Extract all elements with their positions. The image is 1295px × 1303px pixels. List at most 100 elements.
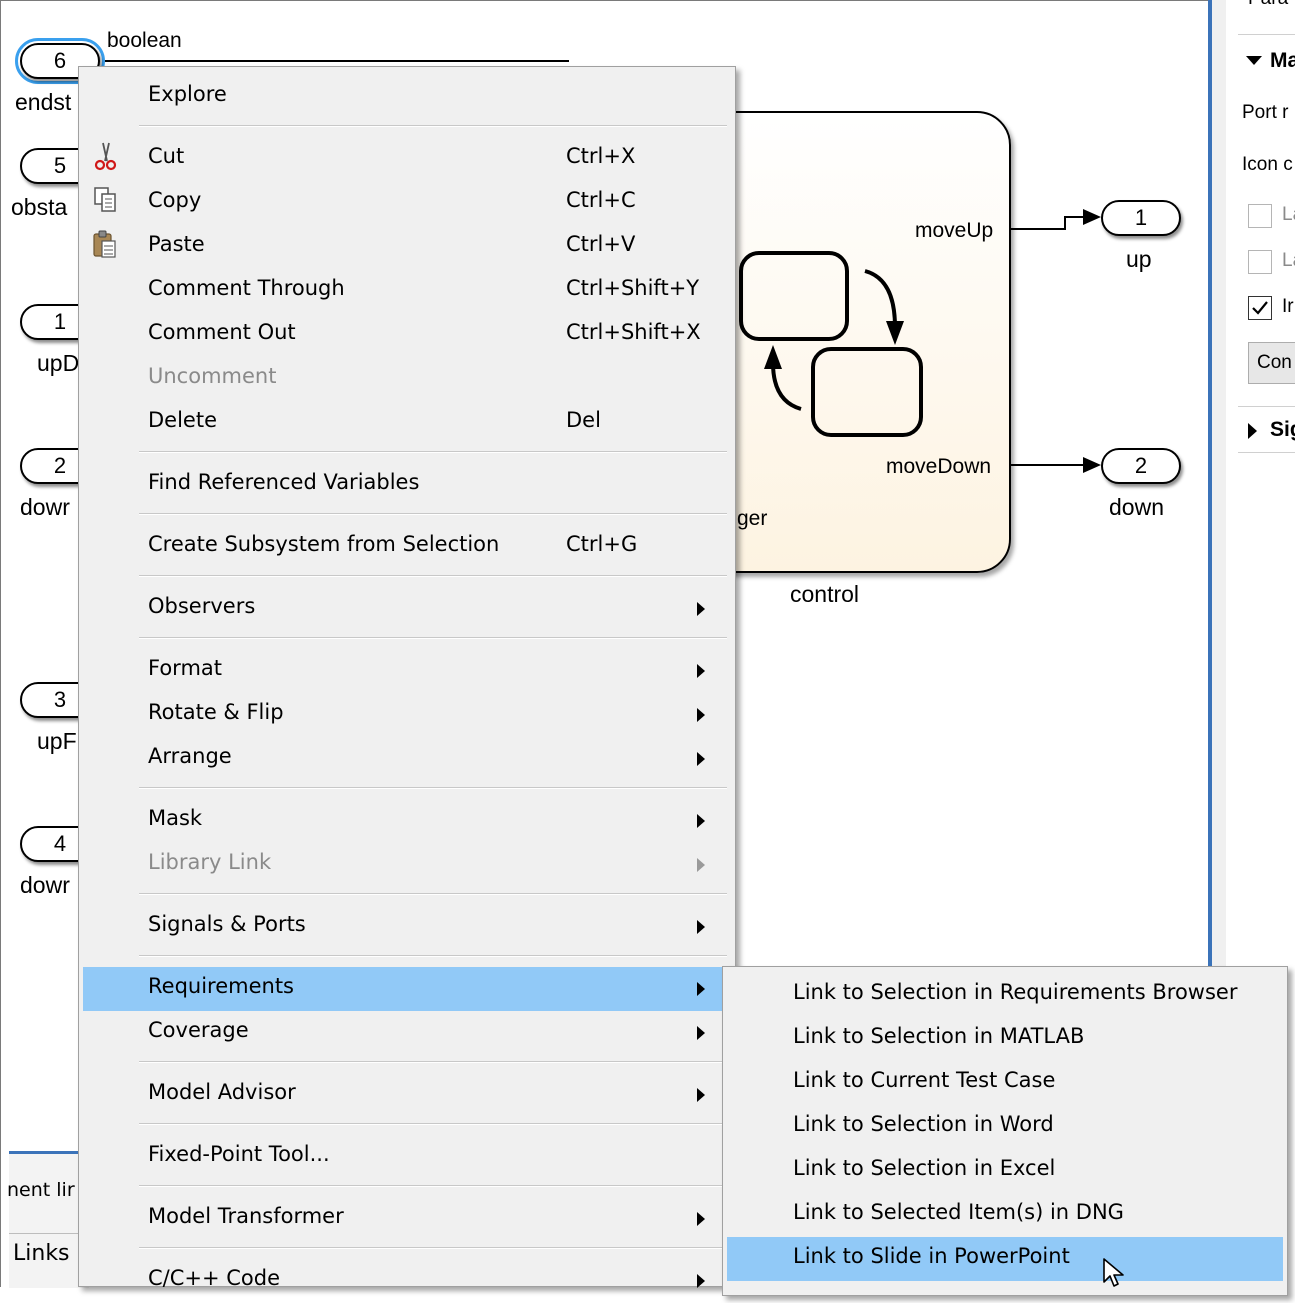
menu-item-observers[interactable]: Observers	[79, 587, 735, 631]
submenu-arrow-icon	[697, 1274, 705, 1288]
menu-item-cpp-code[interactable]: C/C++ Code	[79, 1259, 735, 1303]
menu-item-label: Mask	[148, 806, 203, 830]
menu-item-label: Signals & Ports	[148, 912, 306, 936]
menu-item-label: Explore	[148, 82, 227, 106]
inport-6-label: endst	[15, 89, 72, 115]
checkbox-2[interactable]	[1248, 250, 1272, 274]
menu-separator	[139, 575, 727, 577]
menu-item-delete[interactable]: Delete Del	[79, 401, 735, 445]
menu-item-paste[interactable]: Paste Ctrl+V	[79, 225, 735, 269]
menu-item-coverage[interactable]: Coverage	[79, 1011, 735, 1055]
output-signal-lines	[1011, 209, 1101, 473]
menu-item-label: Comment Through	[148, 276, 345, 300]
submenu-arrow-icon	[697, 752, 705, 766]
submenu-item-label: Link to Selection in MATLAB	[793, 1024, 1085, 1048]
submenu-item-link-excel[interactable]: Link to Selection in Excel	[727, 1149, 1283, 1193]
checkbox-3-checked[interactable]	[1248, 296, 1272, 320]
menu-item-fixed-point-tool[interactable]: Fixed-Point Tool...	[79, 1135, 735, 1179]
submenu-arrow-icon	[697, 708, 705, 722]
chart-output-movedown: moveDown	[886, 455, 992, 478]
menu-item-label: C/C++ Code	[148, 1266, 281, 1290]
bottom-panel	[9, 1154, 89, 1288]
submenu-item-label: Link to Current Test Case	[793, 1068, 1056, 1092]
section-mask-header[interactable]: Ma	[1270, 49, 1295, 73]
copy-icon	[94, 187, 116, 212]
menu-item-shortcut: Ctrl+Shift+Y	[566, 276, 700, 300]
submenu-arrow-icon	[697, 814, 705, 828]
submenu-item-label: Link to Selection in Word	[793, 1112, 1054, 1136]
submenu-item-link-powerpoint[interactable]: Link to Slide in PowerPoint	[727, 1237, 1283, 1281]
menu-item-explore[interactable]: Explore	[79, 75, 735, 119]
chart-name-label: control	[790, 581, 860, 607]
section-expanded-icon[interactable]	[1246, 56, 1262, 65]
inport-4-label: dowr	[20, 872, 70, 898]
menu-item-label: Fixed-Point Tool...	[148, 1142, 330, 1166]
links-tab[interactable]: Links	[13, 1241, 70, 1266]
menu-item-label: Delete	[148, 408, 217, 432]
menu-item-format[interactable]: Format	[79, 649, 735, 693]
menu-item-signals-ports[interactable]: Signals & Ports	[79, 905, 735, 949]
menu-item-label: Observers	[148, 594, 256, 618]
menu-item-label: Uncomment	[148, 364, 277, 388]
menu-item-label: Paste	[148, 232, 205, 256]
outport-2[interactable]: 2	[1101, 448, 1181, 484]
chart-block-control[interactable]: moveUp moveDown ger	[691, 111, 1011, 573]
submenu-item-link-requirements-browser[interactable]: Link to Selection in Requirements Browse…	[727, 973, 1283, 1017]
menu-item-label: Find Referenced Variables	[148, 470, 420, 494]
menu-item-label: Model Transformer	[148, 1204, 344, 1228]
submenu-arrow-icon	[697, 664, 705, 678]
submenu-item-link-test-case[interactable]: Link to Current Test Case	[727, 1061, 1283, 1105]
menu-separator	[139, 125, 727, 127]
menu-separator	[139, 1247, 727, 1249]
outport-2-label: down	[1109, 494, 1164, 520]
signal-line	[103, 60, 569, 62]
port-field-label: Port r	[1242, 102, 1289, 123]
submenu-arrow-icon	[697, 982, 705, 996]
menu-separator	[139, 513, 727, 515]
submenu-item-link-dng[interactable]: Link to Selected Item(s) in DNG	[727, 1193, 1283, 1237]
section-rule	[1238, 406, 1295, 407]
menu-item-arrange[interactable]: Arrange	[79, 737, 735, 781]
outport-1-label: up	[1126, 246, 1152, 272]
bottom-panel-text: nent lir	[7, 1179, 75, 1201]
menu-item-library-link: Library Link	[79, 843, 735, 887]
menu-item-label: Library Link	[148, 850, 272, 874]
submenu-item-label: Link to Selected Item(s) in DNG	[793, 1200, 1124, 1224]
menu-item-comment-out[interactable]: Comment Out Ctrl+Shift+X	[79, 313, 735, 357]
submenu-item-label: Link to Selection in Requirements Browse…	[793, 980, 1238, 1004]
connect-button[interactable]: Con	[1248, 342, 1295, 384]
menu-item-label: Requirements	[148, 974, 294, 998]
menu-item-comment-through[interactable]: Comment Through Ctrl+Shift+Y	[79, 269, 735, 313]
submenu-item-link-matlab[interactable]: Link to Selection in MATLAB	[727, 1017, 1283, 1061]
menu-item-uncomment: Uncomment	[79, 357, 735, 401]
menu-item-model-transformer[interactable]: Model Transformer	[79, 1197, 735, 1241]
menu-separator	[139, 1061, 727, 1063]
menu-item-find-referenced-variables[interactable]: Find Referenced Variables	[79, 463, 735, 507]
menu-separator	[139, 1123, 727, 1125]
submenu-item-link-word[interactable]: Link to Selection in Word	[727, 1105, 1283, 1149]
menu-item-create-subsystem[interactable]: Create Subsystem from Selection Ctrl+G	[79, 525, 735, 569]
submenu-arrow-icon	[697, 1212, 705, 1226]
submenu-arrow-icon	[697, 920, 705, 934]
menu-item-cut[interactable]: Cut Ctrl+X	[79, 137, 735, 181]
inport-5-label: obsta	[11, 194, 68, 220]
menu-item-requirements[interactable]: Requirements	[83, 967, 722, 1011]
checkbox-1[interactable]	[1248, 204, 1272, 228]
submenu-arrow-icon	[697, 1026, 705, 1040]
menu-separator	[139, 637, 727, 639]
menu-separator	[139, 1185, 727, 1187]
context-menu: Explore Cut Ctrl+X Copy Ctrl+C Paste Ctr…	[78, 66, 736, 1290]
signal-label: boolean	[107, 29, 182, 52]
menu-item-mask[interactable]: Mask	[79, 799, 735, 843]
inport-1-label: upD	[37, 350, 80, 376]
paste-icon	[93, 230, 116, 258]
menu-item-copy[interactable]: Copy Ctrl+C	[79, 181, 735, 225]
menu-item-model-advisor[interactable]: Model Advisor	[79, 1073, 735, 1117]
menu-item-shortcut: Ctrl+G	[566, 532, 638, 556]
menu-item-rotate-flip[interactable]: Rotate & Flip	[79, 693, 735, 737]
submenu-arrow-icon	[697, 602, 705, 616]
inport-2-label: dowr	[20, 494, 70, 520]
section-signal-header[interactable]: Sig	[1270, 418, 1295, 442]
outport-1[interactable]: 1	[1101, 200, 1181, 236]
section-collapsed-icon[interactable]	[1248, 423, 1257, 439]
